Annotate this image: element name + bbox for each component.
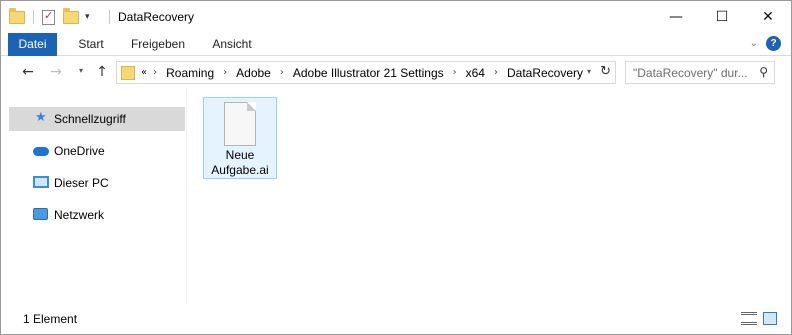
window-title: DataRecovery <box>118 10 195 24</box>
file-item[interactable]: Neue Aufgabe.ai <box>203 97 277 179</box>
status-bar: 1 Element <box>1 304 791 334</box>
title-bar: ▾ DataRecovery — ☐ ✕ <box>1 1 791 33</box>
breadcrumb-separator-icon[interactable]: › <box>223 67 227 78</box>
network-icon <box>33 208 48 220</box>
search-box[interactable]: ⚲ <box>625 61 775 84</box>
breadcrumb-separator-icon[interactable]: › <box>494 67 498 78</box>
search-input[interactable] <box>633 65 751 80</box>
breadcrumb-item-roaming[interactable]: Roaming <box>166 66 214 80</box>
details-view-icon[interactable] <box>741 312 757 325</box>
help-icon[interactable]: ? <box>766 36 781 51</box>
breadcrumb-separator-icon[interactable]: › <box>153 67 157 78</box>
close-button[interactable]: ✕ <box>745 1 791 32</box>
file-name-line: Neue <box>225 148 255 162</box>
maximize-button[interactable]: ☐ <box>699 1 745 32</box>
content-area: ★ Schnellzugriff OneDrive Dieser PC Netz… <box>1 89 791 304</box>
breadcrumb-item-x64[interactable]: x64 <box>466 66 485 80</box>
ribbon-controls: ⌄ ? <box>750 36 781 51</box>
properties-icon[interactable] <box>42 9 55 25</box>
address-bar[interactable]: « › Roaming › Adobe › Adobe Illustrator … <box>116 61 616 84</box>
breadcrumb-item-adobe[interactable]: Adobe <box>236 66 271 80</box>
sidebar-item-onedrive[interactable]: OneDrive <box>9 139 185 163</box>
monitor-icon <box>33 176 49 188</box>
sidebar-item-label: Netzwerk <box>54 208 105 222</box>
sidebar-item-dieser-pc[interactable]: Dieser PC <box>9 171 185 195</box>
customize-dropdown-icon[interactable]: ▾ <box>85 12 90 22</box>
tab-ansicht[interactable]: Ansicht <box>203 33 261 56</box>
navigation-bar: ← → ▾ ↑ « › Roaming › Adobe › Adobe Illu… <box>1 57 791 89</box>
breadcrumb-item-datarecovery[interactable]: DataRecovery <box>507 66 583 80</box>
up-arrow-icon[interactable]: ↑ <box>93 63 111 81</box>
explorer-window: ▾ DataRecovery — ☐ ✕ Datei Start Freigeb… <box>0 0 792 335</box>
sidebar-item-schnellzugriff[interactable]: ★ Schnellzugriff <box>9 107 185 131</box>
file-name: Neue Aufgabe.ai <box>204 148 276 178</box>
quick-access-toolbar: ▾ <box>9 7 90 27</box>
refresh-icon[interactable]: ↻ <box>600 64 611 79</box>
forward-arrow-icon[interactable]: → <box>47 63 65 81</box>
tab-datei[interactable]: Datei <box>8 33 57 56</box>
item-count: 1 Element <box>23 312 78 326</box>
sidebar-item-label: OneDrive <box>54 144 105 158</box>
cloud-icon <box>33 147 49 156</box>
breadcrumb-overflow[interactable]: « <box>141 67 147 78</box>
folder-icon <box>121 66 135 80</box>
minimize-button[interactable]: — <box>653 1 699 32</box>
breadcrumb-separator-icon[interactable]: › <box>280 67 284 78</box>
search-icon[interactable]: ⚲ <box>759 65 768 79</box>
view-toggle <box>741 312 777 325</box>
address-dropdown-icon[interactable]: ▾ <box>587 67 591 76</box>
window-controls: — ☐ ✕ <box>653 1 791 32</box>
expand-ribbon-icon[interactable]: ⌄ <box>750 38 758 49</box>
back-arrow-icon[interactable]: ← <box>19 63 37 81</box>
tab-start[interactable]: Start <box>65 33 117 56</box>
tab-freigeben[interactable]: Freigeben <box>125 33 191 56</box>
breadcrumb-separator-icon[interactable]: › <box>453 67 457 78</box>
folder-icon <box>9 7 25 24</box>
star-icon: ★ <box>35 110 47 125</box>
large-icons-view-icon[interactable] <box>763 312 777 325</box>
recent-locations-dropdown-icon[interactable]: ▾ <box>79 66 83 75</box>
ribbon-tabs: Datei Start Freigeben Ansicht ⌄ ? <box>1 33 791 56</box>
toolbar-divider <box>33 10 34 24</box>
file-list: Neue Aufgabe.ai <box>188 89 791 304</box>
breadcrumb-item-illustrator-settings[interactable]: Adobe Illustrator 21 Settings <box>293 66 444 80</box>
file-name-line: Aufgabe.ai <box>211 163 269 177</box>
document-icon <box>224 102 256 146</box>
sidebar-item-label: Dieser PC <box>54 176 109 190</box>
breadcrumb: « › Roaming › Adobe › Adobe Illustrator … <box>141 62 583 83</box>
navigation-pane: ★ Schnellzugriff OneDrive Dieser PC Netz… <box>1 89 187 304</box>
sidebar-item-netzwerk[interactable]: Netzwerk <box>9 203 185 227</box>
title-divider <box>109 10 110 24</box>
new-folder-icon[interactable] <box>63 7 79 24</box>
sidebar-item-label: Schnellzugriff <box>54 112 126 126</box>
